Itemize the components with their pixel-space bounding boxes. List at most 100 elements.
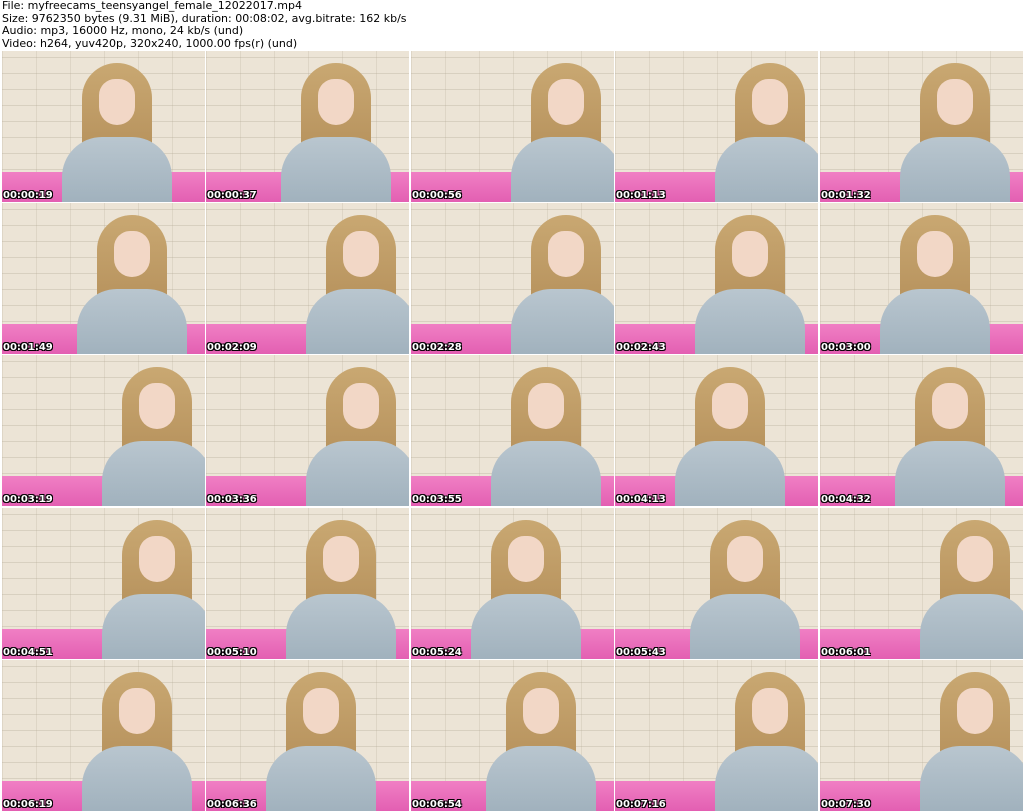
thumbnail-timestamp: 00:05:43	[616, 647, 666, 658]
face-shape	[752, 688, 788, 734]
thumbnail-timestamp: 00:06:19	[3, 799, 53, 810]
face-shape	[318, 79, 354, 125]
video-thumbnail: 00:02:43	[615, 203, 818, 354]
thumbnail-timestamp: 00:00:19	[3, 190, 53, 201]
hoodie-shape	[471, 594, 581, 659]
thumbnail-timestamp: 00:06:36	[207, 799, 257, 810]
thumbnail-grid: 00:00:19 00:00:37 00:00:56 00:01:13 00:01:32…	[2, 51, 1024, 811]
face-shape	[343, 383, 379, 429]
hoodie-shape	[715, 746, 818, 811]
face-shape	[957, 688, 993, 734]
video-thumbnail: 00:00:56	[411, 51, 614, 202]
face-shape	[932, 383, 968, 429]
hoodie-shape	[511, 137, 614, 202]
face-shape	[119, 688, 155, 734]
hoodie-shape	[695, 289, 805, 354]
face-shape	[528, 383, 564, 429]
face-shape	[343, 231, 379, 277]
face-shape	[523, 688, 559, 734]
hoodie-shape	[102, 441, 205, 506]
hoodie-shape	[920, 594, 1023, 659]
face-shape	[323, 536, 359, 582]
face-shape	[114, 231, 150, 277]
face-shape	[752, 79, 788, 125]
face-shape	[727, 536, 763, 582]
face-shape	[99, 79, 135, 125]
audio-info-line: Audio: mp3, 16000 Hz, mono, 24 kb/s (und…	[2, 24, 244, 37]
face-shape	[937, 79, 973, 125]
video-thumbnail: 00:04:51	[2, 508, 205, 659]
hoodie-shape	[266, 746, 376, 811]
thumbnail-timestamp: 00:01:49	[3, 342, 53, 353]
file-info-header: File: myfreecams_teensyangel_female_1202…	[2, 0, 1022, 50]
video-thumbnail: 00:04:32	[820, 355, 1023, 506]
face-shape	[712, 383, 748, 429]
face-shape	[732, 231, 768, 277]
video-thumbnail: 00:02:28	[411, 203, 614, 354]
video-thumbnail: 00:00:37	[206, 51, 409, 202]
video-info-line: Video: h264, yuv420p, 320x240, 1000.00 f…	[2, 36, 298, 50]
hoodie-shape	[690, 594, 800, 659]
hoodie-shape	[895, 441, 1005, 506]
video-thumbnail: 00:07:16	[615, 660, 818, 811]
thumbnail-timestamp: 00:06:54	[412, 799, 462, 810]
video-thumbnail: 00:04:13	[615, 355, 818, 506]
thumbnail-timestamp: 00:04:51	[3, 647, 53, 658]
thumbnail-timestamp: 00:04:32	[821, 494, 871, 505]
face-shape	[508, 536, 544, 582]
hoodie-shape	[920, 746, 1023, 811]
hoodie-shape	[82, 746, 192, 811]
video-thumbnail: 00:05:10	[206, 508, 409, 659]
hoodie-shape	[880, 289, 990, 354]
video-thumbnail: 00:01:13	[615, 51, 818, 202]
face-shape	[548, 231, 584, 277]
thumbnail-timestamp: 00:02:43	[616, 342, 666, 353]
face-shape	[139, 383, 175, 429]
video-thumbnail: 00:03:36	[206, 355, 409, 506]
video-thumbnail: 00:05:24	[411, 508, 614, 659]
face-shape	[303, 688, 339, 734]
thumbnail-timestamp: 00:01:32	[821, 190, 871, 201]
hoodie-shape	[491, 441, 601, 506]
thumbnail-timestamp: 00:01:13	[616, 190, 666, 201]
hoodie-shape	[77, 289, 187, 354]
thumbnail-timestamp: 00:00:37	[207, 190, 257, 201]
video-thumbnail: 00:06:01	[820, 508, 1023, 659]
video-thumbnail: 00:01:49	[2, 203, 205, 354]
hoodie-shape	[62, 137, 172, 202]
video-thumbnail: 00:03:55	[411, 355, 614, 506]
thumbnail-timestamp: 00:05:10	[207, 647, 257, 658]
thumbnail-timestamp: 00:03:19	[3, 494, 53, 505]
video-thumbnail: 00:06:54	[411, 660, 614, 811]
thumbnail-timestamp: 00:03:36	[207, 494, 257, 505]
video-thumbnail: 00:01:32	[820, 51, 1023, 202]
thumbnail-timestamp: 00:07:16	[616, 799, 666, 810]
hoodie-shape	[286, 594, 396, 659]
video-thumbnail: 00:05:43	[615, 508, 818, 659]
face-shape	[957, 536, 993, 582]
video-thumbnail: 00:03:19	[2, 355, 205, 506]
hoodie-shape	[306, 441, 409, 506]
thumbnail-timestamp: 00:00:56	[412, 190, 462, 201]
face-shape	[139, 536, 175, 582]
hoodie-shape	[675, 441, 785, 506]
face-shape	[917, 231, 953, 277]
hoodie-shape	[511, 289, 614, 354]
thumbnail-timestamp: 00:07:30	[821, 799, 871, 810]
video-thumbnail: 00:07:30	[820, 660, 1023, 811]
video-thumbnail: 00:00:19	[2, 51, 205, 202]
thumbnail-timestamp: 00:04:13	[616, 494, 666, 505]
video-thumbnail: 00:06:19	[2, 660, 205, 811]
hoodie-shape	[306, 289, 409, 354]
hoodie-shape	[900, 137, 1010, 202]
hoodie-shape	[715, 137, 818, 202]
thumbnail-timestamp: 00:06:01	[821, 647, 871, 658]
video-thumbnail: 00:03:00	[820, 203, 1023, 354]
video-thumbnail: 00:02:09	[206, 203, 409, 354]
thumbnail-timestamp: 00:02:09	[207, 342, 257, 353]
thumbnail-timestamp: 00:02:28	[412, 342, 462, 353]
file-name-line: File: myfreecams_teensyangel_female_1202…	[2, 0, 302, 12]
hoodie-shape	[102, 594, 205, 659]
thumbnail-timestamp: 00:05:24	[412, 647, 462, 658]
hoodie-shape	[281, 137, 391, 202]
